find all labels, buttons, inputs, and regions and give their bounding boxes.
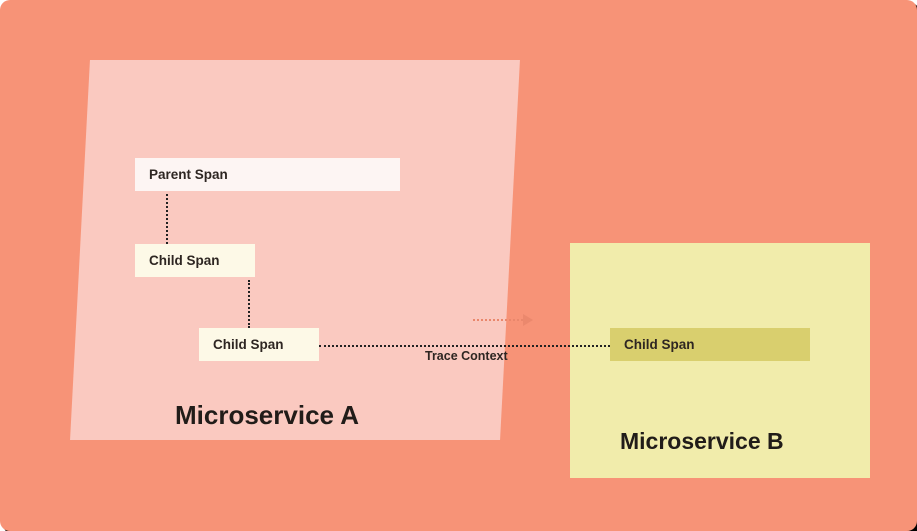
connector-horizontal bbox=[319, 345, 610, 347]
microservice-a-title: Microservice A bbox=[175, 400, 359, 431]
trace-context-label: Trace Context bbox=[425, 349, 508, 363]
parent-span-box: Parent Span bbox=[135, 158, 400, 191]
connector-vertical-1 bbox=[166, 194, 168, 244]
diagram-canvas: Parent Span Child Span Child Span Trace … bbox=[0, 0, 917, 531]
child-span-b-box: Child Span bbox=[610, 328, 810, 361]
microservice-b-title: Microservice B bbox=[620, 428, 784, 455]
connector-vertical-2 bbox=[248, 280, 250, 328]
child-span-1-box: Child Span bbox=[135, 244, 255, 277]
arrow-icon bbox=[473, 314, 533, 326]
child-span-2-box: Child Span bbox=[199, 328, 319, 361]
